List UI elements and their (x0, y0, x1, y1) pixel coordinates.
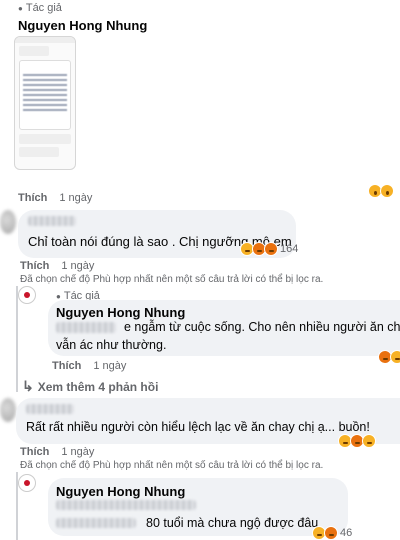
reply-reactions[interactable] (378, 350, 400, 364)
view-more-replies-label: Xem thêm 4 phản hồi (37, 379, 159, 394)
comment-action-bar: Thích 1 ngày (20, 260, 94, 272)
wow-reaction-icon (380, 184, 394, 198)
timestamp[interactable]: 1 ngày (93, 360, 126, 372)
blurred-text (56, 500, 196, 510)
avatar[interactable] (0, 398, 16, 422)
filter-note: Đã chọn chế độ Phù hợp nhất nên một số c… (20, 460, 324, 471)
author-badge-icon: ● (56, 291, 61, 301)
timestamp[interactable]: 1 ngày (59, 192, 92, 204)
timestamp[interactable]: 1 ngày (61, 446, 94, 458)
sad-reaction-icon (362, 434, 376, 448)
timestamp[interactable]: 1 ngày (61, 260, 94, 272)
reply-bubble: Nguyen Hong Nhung e ngẫm từ cuộc sống. C… (48, 300, 400, 356)
like-button[interactable]: Thích (20, 260, 49, 272)
author-name[interactable]: Nguyen Hong Nhung (18, 18, 147, 33)
reaction-count: 164 (280, 243, 299, 255)
commenter-name-blurred (26, 404, 74, 414)
blurred-text (56, 322, 116, 333)
comment-reactions[interactable] (338, 434, 376, 448)
reply-text: 80 tuổi mà chưa ngộ được đâu (146, 516, 319, 530)
filter-note: Đã chọn chế độ Phù hợp nhất nên một số c… (20, 274, 324, 285)
author-tag: ● Tác giả (18, 2, 62, 14)
like-button[interactable]: Thích (20, 446, 49, 458)
reply-thread-line (16, 286, 18, 392)
post-action-bar: Thích 1 ngày (18, 192, 92, 204)
reply-arrow-icon: ↳ (22, 378, 34, 394)
view-more-replies-link[interactable]: ↳ Xem thêm 4 phản hồi (22, 378, 158, 395)
attached-screenshot-image[interactable] (14, 36, 76, 170)
post-reactions[interactable] (368, 184, 394, 198)
author-badge-icon: ● (18, 3, 23, 13)
angry-reaction-icon (264, 242, 278, 256)
angry-reaction-icon (324, 526, 338, 540)
reaction-count: 46 (340, 527, 353, 539)
comment-reactions[interactable]: 164 (240, 242, 298, 256)
sad-reaction-icon (390, 350, 400, 364)
reply-text-line2: vẫn ác như thường. (56, 338, 167, 352)
reply-bubble: Nguyen Hong Nhung 80 tuổi mà chưa ngộ đư… (48, 478, 348, 536)
avatar[interactable] (0, 210, 16, 234)
reply-text-line1: e ngẫm từ cuộc sống. Cho nên nhiều người… (124, 320, 400, 334)
author-tag-label: Tác giả (25, 2, 62, 14)
comment-text: Rất rất nhiều người còn hiểu lệch lạc về… (26, 420, 370, 434)
avatar[interactable] (18, 474, 36, 492)
avatar[interactable] (18, 286, 36, 304)
commenter-name-blurred (28, 216, 76, 226)
reply-author-name[interactable]: Nguyen Hong Nhung (56, 484, 185, 499)
comment-action-bar: Thích 1 ngày (20, 446, 94, 458)
reply-reactions[interactable]: 46 (312, 526, 352, 540)
like-button[interactable]: Thích (18, 192, 47, 204)
blurred-text (56, 518, 136, 528)
reply-action-bar: Thích 1 ngày (52, 360, 126, 372)
like-button[interactable]: Thích (52, 360, 81, 372)
reply-author-name[interactable]: Nguyen Hong Nhung (56, 305, 185, 320)
